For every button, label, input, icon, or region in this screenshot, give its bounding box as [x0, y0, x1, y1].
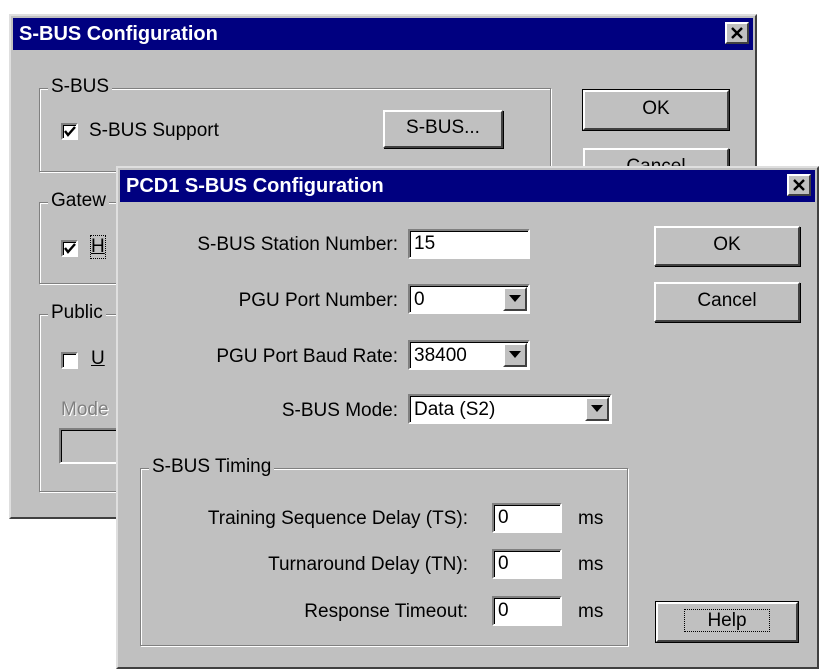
check-icon	[64, 243, 76, 254]
response-timeout-unit: ms	[578, 601, 604, 622]
sbus-settings-button-label: S-BUS...	[406, 117, 480, 138]
back-ok-label: OK	[642, 98, 670, 119]
pcd1-sbus-configuration-dialog: PCD1 S-BUS Configuration S-BUS Station N…	[116, 166, 819, 669]
back-public-group-label: Public	[48, 302, 106, 324]
tn-input[interactable]: 0	[492, 549, 562, 579]
back-sbus-group-label: S-BUS	[48, 76, 113, 98]
back-ok-button[interactable]: OK	[582, 89, 730, 131]
sbus-mode-value: Data (S2)	[414, 399, 496, 420]
front-cancel-label: Cancel	[697, 290, 757, 311]
pgu-port-label: PGU Port Number:	[238, 290, 398, 311]
sbus-mode-label: S-BUS Mode:	[281, 400, 398, 421]
public-checkbox[interactable]	[61, 352, 78, 369]
back-titlebar: S-BUS Configuration	[13, 18, 753, 50]
public-checkbox-label: U	[91, 348, 105, 369]
back-close-button[interactable]	[725, 22, 749, 44]
station-number-input[interactable]: 15	[408, 229, 530, 259]
ts-label: Training Sequence Delay (TS):	[207, 508, 468, 529]
back-gateway-group-label: Gatew	[48, 190, 109, 212]
pgu-port-select[interactable]: 0	[408, 284, 530, 314]
check-icon	[64, 126, 76, 137]
front-titlebar: PCD1 S-BUS Configuration	[120, 170, 815, 202]
ts-unit: ms	[578, 508, 604, 529]
pgu-port-value: 0	[414, 289, 425, 310]
back-dialog-title: S-BUS Configuration	[19, 23, 218, 45]
sbus-settings-button[interactable]: S-BUS...	[383, 110, 503, 148]
close-icon	[793, 179, 805, 191]
tn-label: Turnaround Delay (TN):	[268, 554, 468, 575]
front-ok-label: OK	[713, 234, 741, 255]
sbus-timing-group-label: S-BUS Timing	[149, 456, 275, 478]
front-help-button[interactable]: Help	[655, 601, 799, 643]
chevron-down-icon	[509, 351, 521, 358]
gateway-checkbox[interactable]	[61, 240, 78, 257]
close-icon	[731, 27, 743, 39]
chevron-down-icon	[509, 295, 521, 302]
pgu-baud-label: PGU Port Baud Rate:	[216, 346, 398, 367]
pgu-baud-select[interactable]: 38400	[408, 340, 530, 370]
pgu-port-dropdown-button[interactable]	[503, 287, 527, 311]
sbus-mode-select[interactable]: Data (S2)	[408, 394, 612, 424]
gateway-checkbox-label: H	[90, 235, 106, 259]
ts-input[interactable]: 0	[492, 503, 562, 533]
pgu-baud-dropdown-button[interactable]	[503, 343, 527, 367]
front-ok-button[interactable]: OK	[654, 226, 800, 266]
response-timeout-input[interactable]: 0	[492, 596, 562, 626]
tn-unit: ms	[578, 554, 604, 575]
sbus-mode-dropdown-button[interactable]	[585, 397, 609, 421]
station-number-label: S-BUS Station Number:	[197, 234, 398, 255]
front-close-button[interactable]	[787, 174, 811, 196]
pgu-baud-value: 38400	[414, 345, 467, 366]
chevron-down-icon	[591, 405, 603, 412]
public-mode-label: Mode	[61, 399, 109, 420]
response-timeout-label: Response Timeout:	[304, 601, 468, 622]
sbus-support-checkbox[interactable]	[61, 123, 78, 140]
front-dialog-title: PCD1 S-BUS Configuration	[126, 175, 384, 197]
front-help-label: Help	[684, 609, 770, 632]
front-cancel-button[interactable]: Cancel	[654, 282, 800, 322]
sbus-support-label: S-BUS Support	[89, 120, 219, 141]
